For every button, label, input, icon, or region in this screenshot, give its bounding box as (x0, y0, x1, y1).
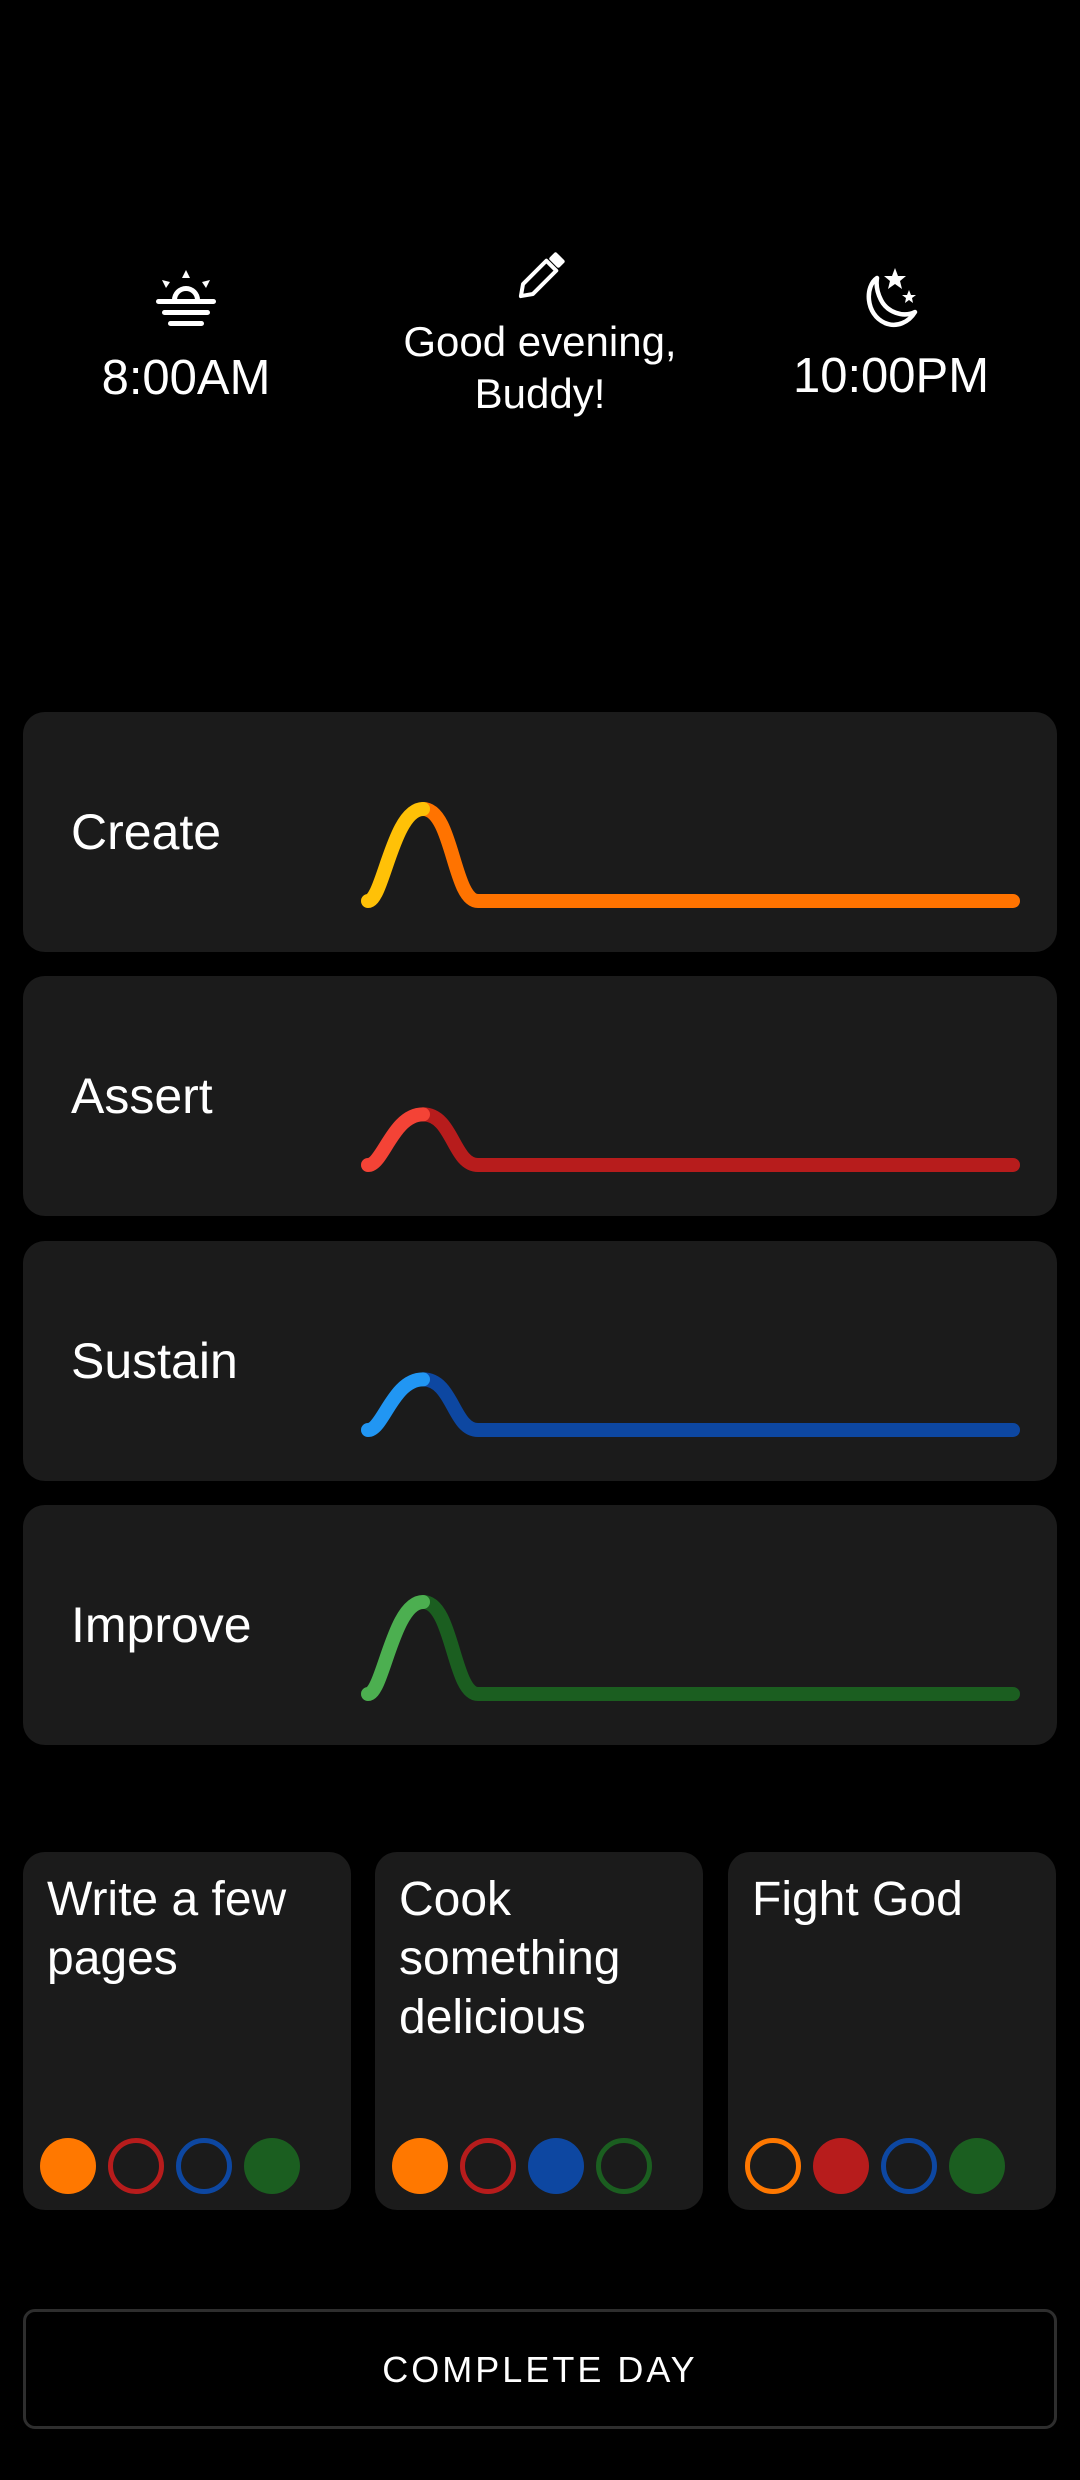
curve-baseline (416, 802, 1020, 908)
task-card[interactable]: Fight God (728, 1852, 1056, 2210)
category-flag-assert-off[interactable] (460, 2138, 516, 2194)
greeting-line-1: Good evening, (403, 318, 677, 365)
task-title: Cook something delicious (399, 1873, 621, 2044)
task-card[interactable]: Write a few pages (23, 1852, 351, 2210)
activity-curve (361, 1107, 1020, 1172)
curve-rise (361, 1107, 430, 1172)
sunrise-icon (156, 270, 216, 326)
activity-curve (361, 1372, 1020, 1437)
activity-curve (361, 1595, 1020, 1701)
curve-baseline (416, 1595, 1020, 1701)
category-card-create[interactable]: Create (23, 712, 1057, 952)
curve-rise (361, 1595, 430, 1701)
greeting-line-2: Buddy! (474, 370, 606, 417)
curve-rise (361, 1372, 430, 1437)
category-card-assert[interactable]: Assert (23, 976, 1057, 1216)
category-flag-create-on[interactable] (392, 2138, 448, 2194)
category-flag-sustain-on[interactable] (528, 2138, 584, 2194)
curve-baseline (416, 1107, 1020, 1172)
category-flags (392, 2138, 652, 2194)
task-card[interactable]: Cook something delicious (375, 1852, 703, 2210)
curve-rise (361, 802, 430, 908)
task-title: Fight God (752, 1873, 963, 1926)
category-card-sustain[interactable]: Sustain (23, 1241, 1057, 1481)
complete-day-button[interactable]: COMPLETE DAY (23, 2309, 1057, 2429)
category-flags (745, 2138, 1005, 2194)
category-flag-improve-off[interactable] (596, 2138, 652, 2194)
activity-curve (361, 802, 1020, 908)
sleep-time[interactable]: 10:00PM (791, 268, 991, 404)
sleep-time-text: 10:00PM (792, 349, 990, 403)
moon-stars-icon (866, 268, 918, 328)
category-flag-create-on[interactable] (40, 2138, 96, 2194)
greeting[interactable]: Good evening, Buddy! (340, 250, 740, 420)
category-flags (40, 2138, 300, 2194)
category-flag-sustain-off[interactable] (881, 2138, 937, 2194)
task-title: Write a few pages (47, 1873, 287, 1985)
category-flag-improve-on[interactable] (244, 2138, 300, 2194)
category-card-improve[interactable]: Improve (23, 1505, 1057, 1745)
curve-baseline (416, 1372, 1020, 1437)
wake-time-text: 8:00AM (101, 351, 271, 405)
pencil-icon (518, 252, 565, 299)
category-flag-assert-on[interactable] (813, 2138, 869, 2194)
category-flag-create-off[interactable] (745, 2138, 801, 2194)
category-flag-assert-off[interactable] (108, 2138, 164, 2194)
category-flag-improve-on[interactable] (949, 2138, 1005, 2194)
wake-time[interactable]: 8:00AM (86, 270, 286, 406)
category-flag-sustain-off[interactable] (176, 2138, 232, 2194)
